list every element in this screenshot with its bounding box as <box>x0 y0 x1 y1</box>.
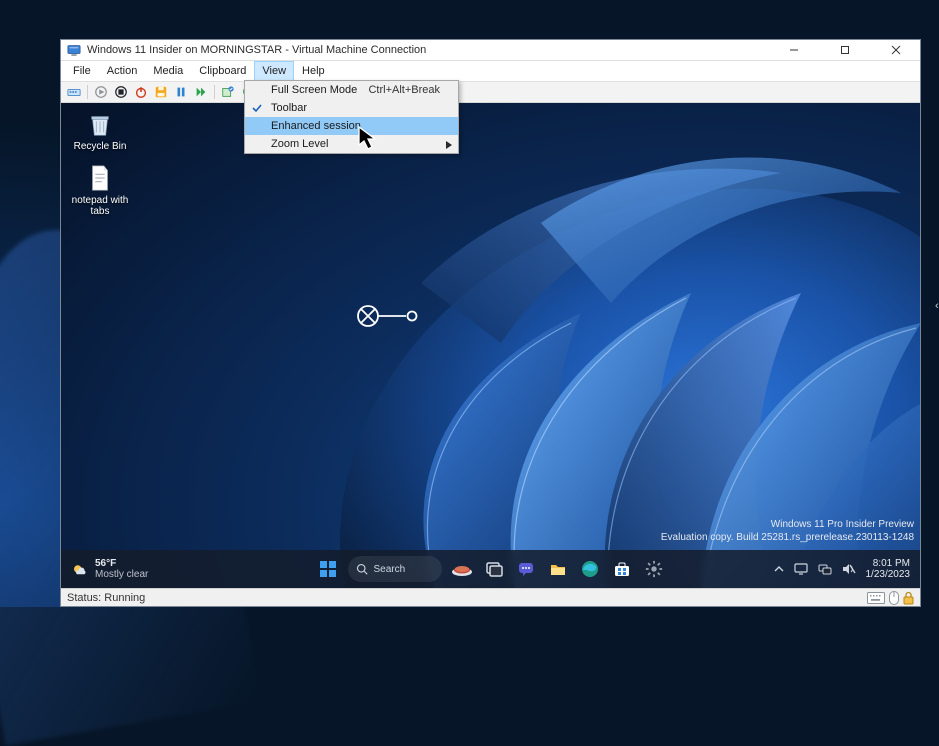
save-button[interactable] <box>152 83 170 101</box>
desktop-icon-label: notepad with tabs <box>65 195 135 217</box>
menubar: File Action Media Clipboard View Help <box>61 61 920 81</box>
view-menu-dropdown: Full Screen Mode Ctrl+Alt+Break Toolbar … <box>244 80 459 154</box>
food-icon <box>451 561 473 577</box>
text-file-icon <box>85 163 115 193</box>
menu-clipboard[interactable]: Clipboard <box>191 61 254 81</box>
menu-item-label: Full Screen Mode <box>271 84 357 96</box>
search-placeholder: Search <box>374 564 406 575</box>
checkpoint-button[interactable] <box>219 83 237 101</box>
edge-icon <box>581 560 599 578</box>
weather-widget[interactable]: 56°F Mostly clear <box>61 558 158 580</box>
ctrl-alt-del-button[interactable] <box>65 83 83 101</box>
maximize-button[interactable] <box>822 40 867 60</box>
hyperv-app-icon <box>67 43 81 57</box>
turn-off-button[interactable] <box>112 83 130 101</box>
gear-icon <box>645 560 663 578</box>
recording-indicator <box>356 301 426 331</box>
desktop-icon-recycle-bin[interactable]: Recycle Bin <box>65 109 135 152</box>
menu-item-label: Enhanced session <box>271 120 361 132</box>
menu-file[interactable]: File <box>65 61 99 81</box>
close-button[interactable] <box>873 40 918 60</box>
window-title: Windows 11 Insider on MORNINGSTAR - Virt… <box>87 44 765 56</box>
windows-watermark: Windows 11 Pro Insider Preview Evaluatio… <box>661 519 914 544</box>
weather-icon <box>71 560 89 578</box>
menu-item-label: Zoom Level <box>271 138 328 150</box>
host-edge-accent: ‹ <box>935 300 939 320</box>
watermark-line2: Evaluation copy. Build 25281.rs_prerelea… <box>661 532 914 545</box>
mouse-status-icon <box>889 591 899 605</box>
chat-button[interactable] <box>514 557 538 581</box>
taskbar-tray: 8:01 PM 1/23/2023 <box>764 558 921 580</box>
menu-item-full-screen-mode[interactable]: Full Screen Mode Ctrl+Alt+Break <box>245 81 458 99</box>
menu-help[interactable]: Help <box>294 61 333 81</box>
vm-connection-window: Windows 11 Insider on MORNINGSTAR - Virt… <box>60 39 921 607</box>
store-icon <box>613 560 631 578</box>
menu-action[interactable]: Action <box>99 61 146 81</box>
settings-button[interactable] <box>642 557 666 581</box>
taskbar-time: 8:01 PM <box>866 558 911 569</box>
keyboard-status-icon <box>867 592 885 604</box>
taskbar-search[interactable]: Search <box>348 556 442 582</box>
titlebar: Windows 11 Insider on MORNINGSTAR - Virt… <box>61 40 920 61</box>
menu-item-label: Toolbar <box>271 102 307 114</box>
weather-cond: Mostly clear <box>95 569 148 580</box>
menu-item-zoom-level[interactable]: Zoom Level <box>245 135 458 153</box>
edge-button[interactable] <box>578 557 602 581</box>
menu-media[interactable]: Media <box>145 61 191 81</box>
guest-desktop[interactable]: Recycle Bin notepad with tabs Windows 11… <box>61 103 920 588</box>
desktop-icon-notepad-with-tabs[interactable]: notepad with tabs <box>65 163 135 217</box>
shut-down-button[interactable] <box>132 83 150 101</box>
toolbar-separator <box>214 85 215 99</box>
chevron-up-icon[interactable] <box>774 564 784 574</box>
pause-button[interactable] <box>172 83 190 101</box>
minimize-button[interactable] <box>771 40 816 60</box>
folder-icon <box>549 560 567 578</box>
windows-logo-icon <box>319 560 337 578</box>
toolbar-separator <box>87 85 88 99</box>
menu-item-toolbar[interactable]: Toolbar <box>245 99 458 117</box>
taskbar-app-1[interactable] <box>450 557 474 581</box>
desktop-icon-label: Recycle Bin <box>74 141 127 152</box>
taskbar-date: 1/23/2023 <box>866 569 911 580</box>
recycle-bin-icon <box>85 109 115 139</box>
bloom-wallpaper <box>241 103 920 588</box>
search-icon <box>356 563 368 575</box>
statusbar: Status: Running <box>61 588 920 606</box>
file-explorer-button[interactable] <box>546 557 570 581</box>
menu-item-shortcut: Ctrl+Alt+Break <box>368 84 440 96</box>
chat-icon <box>517 560 535 578</box>
network-tray-icon[interactable] <box>818 563 832 575</box>
task-view-button[interactable] <box>482 557 506 581</box>
speaker-tray-icon[interactable] <box>842 563 856 575</box>
guest-taskbar: 56°F Mostly clear Search <box>61 550 920 588</box>
check-icon <box>251 102 263 114</box>
store-button[interactable] <box>610 557 634 581</box>
start-button[interactable] <box>92 83 110 101</box>
lock-status-icon <box>903 591 914 605</box>
watermark-line1: Windows 11 Pro Insider Preview <box>661 519 914 532</box>
menu-item-enhanced-session[interactable]: Enhanced session <box>245 117 458 135</box>
toolbar <box>61 81 920 103</box>
reset-button[interactable] <box>192 83 210 101</box>
menu-view[interactable]: View <box>254 61 294 81</box>
mouse-cursor <box>358 126 380 152</box>
status-text: Status: Running <box>67 592 145 604</box>
weather-temp: 56°F <box>95 558 148 569</box>
start-menu-button[interactable] <box>316 557 340 581</box>
taskbar-clock[interactable]: 8:01 PM 1/23/2023 <box>866 558 911 580</box>
monitor-tray-icon[interactable] <box>794 563 808 575</box>
task-view-icon <box>485 560 503 578</box>
submenu-arrow-icon <box>446 141 452 149</box>
